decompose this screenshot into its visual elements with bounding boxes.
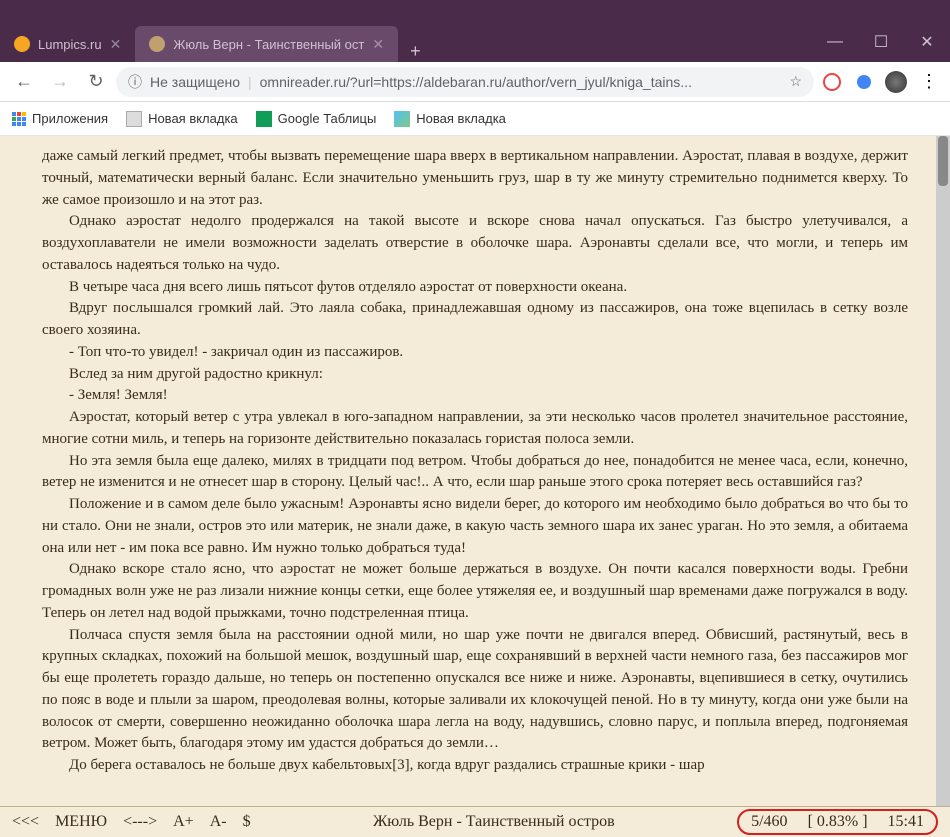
paragraph: даже самый легкий предмет, чтобы вызвать…: [42, 146, 908, 211]
avatar-icon: [885, 71, 907, 93]
sheets-icon: [256, 111, 272, 127]
document-icon: [126, 111, 142, 127]
opera-icon: [823, 73, 841, 91]
bookmark-newtab1[interactable]: Новая вкладка: [126, 111, 238, 127]
info-icon[interactable]: ⓘ: [128, 72, 142, 92]
bookmark-sheets[interactable]: Google Таблицы: [256, 111, 377, 127]
favicon-icon: [14, 36, 30, 52]
star-icon[interactable]: ☆: [789, 73, 802, 90]
prev-page-button[interactable]: <<<: [12, 813, 39, 831]
bookmark-apps[interactable]: Приложения: [12, 111, 108, 126]
reader-content: даже самый легкий предмет, чтобы вызвать…: [0, 136, 950, 806]
bookmark-label: Новая вкладка: [416, 111, 506, 126]
paragraph: До берега оставалось не больше двух кабе…: [42, 755, 908, 777]
progress-percent: [ 0.83% ]: [808, 813, 868, 831]
style-button[interactable]: $: [243, 813, 251, 831]
bookmark-newtab2[interactable]: Новая вкладка: [394, 111, 506, 127]
reload-button[interactable]: ↻: [80, 66, 112, 98]
tab-label: Lumpics.ru: [38, 37, 102, 52]
font-decrease-button[interactable]: A-: [210, 813, 227, 831]
apps-icon: [12, 112, 26, 126]
page-counter: 5/460: [751, 813, 787, 831]
bookmarks-bar: Приложения Новая вкладка Google Таблицы …: [0, 102, 950, 136]
bookmark-label: Приложения: [32, 111, 108, 126]
paragraph: Положение и в самом деле было ужасным! А…: [42, 494, 908, 559]
paragraph: Однако вскоре стало ясно, что аэростат н…: [42, 559, 908, 624]
browser-titlebar: Lumpics.ru ✕ Жюль Верн - Таинственный ос…: [0, 0, 950, 62]
window-controls: — ☐ ✕: [812, 22, 950, 62]
menu-button[interactable]: ⋮: [914, 68, 942, 96]
url-text: omnireader.ru/?url=https://aldebaran.ru/…: [260, 74, 782, 90]
paragraph: Однако аэростат недолго продержался на т…: [42, 211, 908, 276]
font-increase-button[interactable]: A+: [173, 813, 194, 831]
paragraph: Но эта земля была еще далеко, милях в тр…: [42, 451, 908, 495]
clock: 15:41: [888, 813, 924, 831]
reader-toolbar: <<< МЕНЮ <---> A+ A- $ Жюль Верн - Таинс…: [0, 806, 950, 837]
paragraph: Вслед за ним другой радостно крикнул:: [42, 364, 908, 386]
profile-avatar[interactable]: [882, 68, 910, 96]
new-tab-button[interactable]: +: [398, 41, 433, 62]
paragraph: Вдруг послышался громкий лай. Это лаяла …: [42, 298, 908, 342]
bookmark-label: Новая вкладка: [148, 111, 238, 126]
paragraph: - Земля! Земля!: [42, 385, 908, 407]
close-icon[interactable]: ✕: [110, 36, 122, 53]
menu-button[interactable]: МЕНЮ: [55, 813, 107, 831]
close-button[interactable]: ✕: [904, 22, 950, 62]
favicon-icon: [149, 36, 165, 52]
maximize-button[interactable]: ☐: [858, 22, 904, 62]
extension-dot[interactable]: [850, 68, 878, 96]
url-box[interactable]: ⓘ Не защищено | omnireader.ru/?url=https…: [116, 67, 814, 97]
extension-opera[interactable]: [818, 68, 846, 96]
forward-button[interactable]: →: [44, 66, 76, 98]
address-bar: ← → ↻ ⓘ Не защищено | omnireader.ru/?url…: [0, 62, 950, 102]
minimize-button[interactable]: —: [812, 22, 858, 62]
tab-inactive[interactable]: Lumpics.ru ✕: [0, 26, 135, 62]
paragraph: В четыре часа дня всего лишь пятьсот фут…: [42, 277, 908, 299]
blue-dot-icon: [857, 75, 871, 89]
paragraph: Полчаса спустя земля была на расстоянии …: [42, 625, 908, 756]
paragraph: - Топ что-то увидел! - закричал один из …: [42, 342, 908, 364]
tab-active[interactable]: Жюль Верн - Таинственный ост ✕: [135, 26, 398, 62]
bookmark-label: Google Таблицы: [278, 111, 377, 126]
picture-icon: [394, 111, 410, 127]
book-title: Жюль Верн - Таинственный остров: [267, 813, 722, 831]
close-icon[interactable]: ✕: [372, 36, 384, 53]
tab-label: Жюль Верн - Таинственный ост: [173, 37, 364, 52]
next-page-button[interactable]: <--->: [123, 813, 157, 831]
reader-stats: 5/460 [ 0.83% ] 15:41: [737, 809, 938, 835]
back-button[interactable]: ←: [8, 66, 40, 98]
security-label: Не защищено: [150, 74, 240, 90]
paragraph: Аэростат, который ветер с утра увлекал в…: [42, 407, 908, 451]
